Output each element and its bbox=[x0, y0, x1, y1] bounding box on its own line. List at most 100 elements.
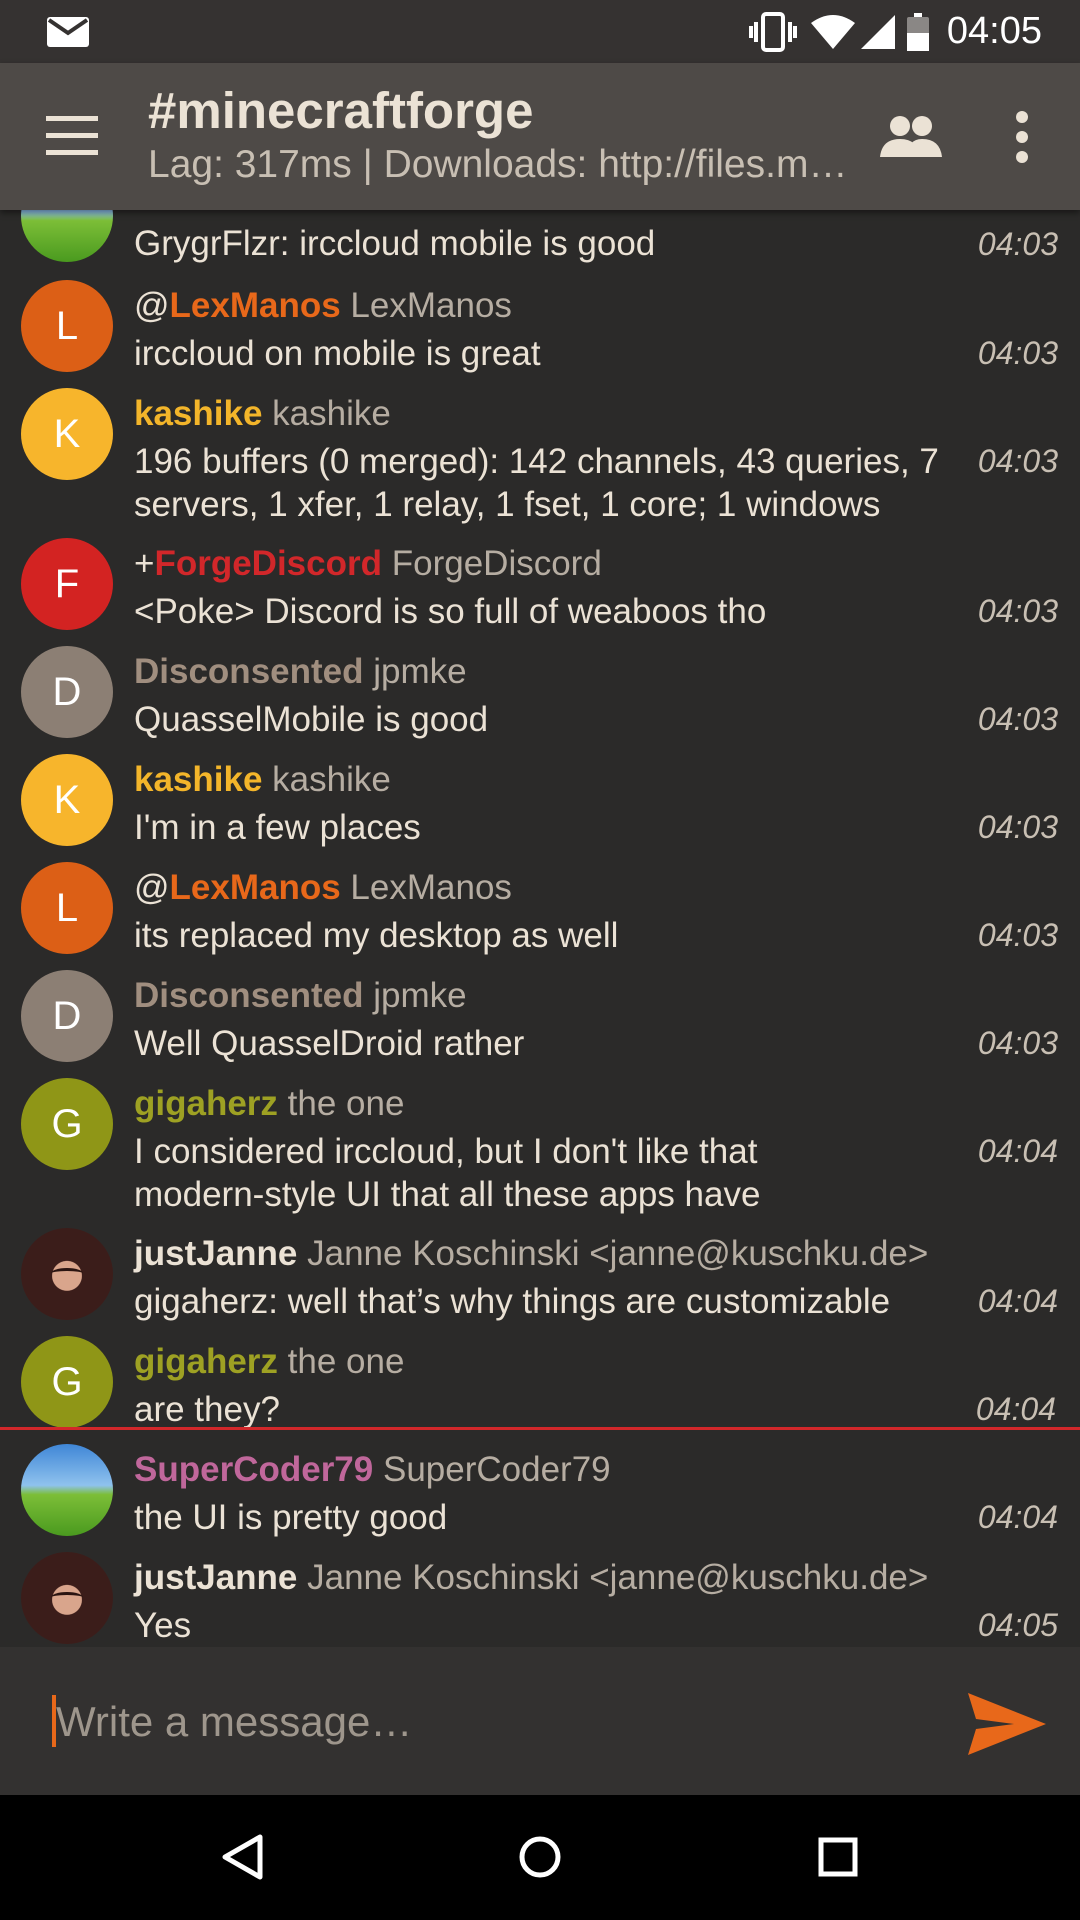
channel-title: #minecraftforge bbox=[148, 82, 534, 139]
realname: Janne Koschinski <janne@kuschku.de> bbox=[307, 1234, 929, 1273]
nick: Disconsented bbox=[134, 976, 364, 1015]
message-sender: Disconsented jpmke bbox=[134, 976, 467, 1016]
nick: Disconsented bbox=[134, 652, 364, 691]
message-item[interactable]: K kashike kashike 196 buffers (0 merged)… bbox=[0, 378, 1080, 528]
menu-icon[interactable] bbox=[46, 116, 98, 161]
message-item[interactable]: F +ForgeDiscord ForgeDiscord <Poke> Disc… bbox=[0, 528, 1080, 636]
message-time: 04:04 bbox=[975, 1391, 1056, 1427]
avatar bbox=[21, 1552, 113, 1644]
message-text: <Poke> Discord is so full of weaboos tho bbox=[134, 592, 767, 631]
message-text: irccloud on mobile is great bbox=[134, 334, 541, 373]
more-vert-icon[interactable] bbox=[1010, 111, 1034, 168]
message-text: Well QuasselDroid rather bbox=[134, 1024, 525, 1063]
avatar bbox=[21, 1228, 113, 1320]
avatar: G bbox=[21, 1336, 113, 1428]
avatar: D bbox=[21, 970, 113, 1062]
realname: LexManos bbox=[350, 286, 512, 325]
message-item[interactable]: justJanne Janne Koschinski <janne@kuschk… bbox=[0, 1542, 1080, 1647]
avatar: L bbox=[21, 280, 113, 372]
message-time: 04:04 bbox=[977, 1283, 1058, 1319]
people-icon[interactable] bbox=[880, 115, 942, 164]
home-icon[interactable] bbox=[518, 1833, 562, 1886]
nick: kashike bbox=[134, 394, 263, 433]
message-sender: kashike kashike bbox=[134, 394, 391, 434]
message-text: GrygrFlzr: irccloud mobile is good bbox=[134, 224, 656, 263]
realname: LexManos bbox=[350, 868, 512, 907]
signal-icon bbox=[860, 14, 895, 49]
message-list[interactable]: GrygrFlzr: irccloud mobile is good 04:03… bbox=[0, 210, 1080, 1647]
message-time: 04:03 bbox=[977, 443, 1058, 479]
realname: SuperCoder79 bbox=[382, 1450, 611, 1489]
message-item[interactable]: SuperCoder79 SuperCoder79 the UI is pret… bbox=[0, 1434, 1080, 1542]
message-item[interactable]: L @LexManos LexManos its replaced my des… bbox=[0, 852, 1080, 960]
message-sender: justJanne Janne Koschinski <janne@kuschk… bbox=[134, 1558, 928, 1598]
message-sender: Disconsented jpmke bbox=[134, 652, 467, 692]
realname: kashike bbox=[272, 760, 391, 799]
battery-icon bbox=[906, 12, 929, 51]
unread-marker bbox=[0, 1427, 1080, 1430]
channel-topic: Lag: 317ms | Downloads: http://files.min… bbox=[148, 143, 848, 186]
message-text: I'm in a few places bbox=[134, 808, 421, 847]
nick: justJanne bbox=[134, 1558, 298, 1597]
realname: Janne Koschinski <janne@kuschku.de> bbox=[307, 1558, 929, 1597]
message-item[interactable]: justJanne Janne Koschinski <janne@kuschk… bbox=[0, 1218, 1080, 1326]
avatar bbox=[21, 1444, 113, 1536]
message-text: the UI is pretty good bbox=[134, 1498, 448, 1537]
nick: gigaherz bbox=[134, 1084, 278, 1123]
message-text: Yes bbox=[134, 1606, 192, 1645]
message-text: I considered irccloud, but I don't like … bbox=[134, 1132, 761, 1214]
nick: justJanne bbox=[134, 1234, 298, 1273]
message-sender: @LexManos LexManos bbox=[134, 286, 512, 325]
message-time: 04:04 bbox=[977, 1133, 1058, 1169]
message-sender: +ForgeDiscord ForgeDiscord bbox=[134, 544, 602, 583]
message-text: are they? bbox=[134, 1390, 280, 1429]
realname: the one bbox=[287, 1342, 405, 1381]
avatar: D bbox=[21, 646, 113, 738]
navigation-bar bbox=[0, 1795, 1080, 1920]
message-item[interactable]: D Disconsented jpmke QuasselMobile is go… bbox=[0, 636, 1080, 744]
avatar: G bbox=[21, 1078, 113, 1170]
mail-icon bbox=[47, 17, 89, 47]
message-time: 04:03 bbox=[977, 335, 1058, 371]
wifi-icon bbox=[810, 14, 855, 49]
message-text: gigaherz: well that’s why things are cus… bbox=[134, 1282, 891, 1321]
nick: kashike bbox=[134, 760, 263, 799]
nick: gigaherz bbox=[134, 1342, 278, 1381]
toolbar: #minecraftforge Lag: 317ms | Downloads: … bbox=[0, 63, 1080, 210]
send-icon[interactable] bbox=[968, 1693, 1046, 1760]
message-sender: @LexManos LexManos bbox=[134, 868, 512, 907]
vibrate-icon bbox=[748, 11, 797, 52]
status-bar: 04:05 bbox=[0, 0, 1080, 63]
nick: LexManos bbox=[169, 286, 341, 325]
message-time: 04:03 bbox=[977, 226, 1058, 262]
realname: jpmke bbox=[373, 652, 467, 691]
message-item[interactable]: L @LexManos LexManos irccloud on mobile … bbox=[0, 270, 1080, 378]
avatar bbox=[21, 210, 113, 262]
recents-icon[interactable] bbox=[816, 1833, 860, 1886]
realname: jpmke bbox=[373, 976, 467, 1015]
message-item[interactable]: K kashike kashike I'm in a few places 04… bbox=[0, 744, 1080, 852]
realname: kashike bbox=[272, 394, 391, 433]
message-sender: SuperCoder79 SuperCoder79 bbox=[134, 1450, 611, 1490]
message-sender: gigaherz the one bbox=[134, 1084, 404, 1124]
message-item[interactable]: G gigaherz the one are they? 04:04 bbox=[0, 1326, 1080, 1434]
nick: ForgeDiscord bbox=[154, 544, 382, 583]
realname: the one bbox=[287, 1084, 405, 1123]
back-icon[interactable] bbox=[220, 1833, 264, 1886]
message-text: QuasselMobile is good bbox=[134, 700, 489, 739]
message-item[interactable]: D Disconsented jpmke Well QuasselDroid r… bbox=[0, 960, 1080, 1068]
message-input[interactable] bbox=[54, 1691, 918, 1753]
message-item[interactable]: G gigaherz the one I considered irccloud… bbox=[0, 1068, 1080, 1218]
message-time: 04:03 bbox=[977, 809, 1058, 845]
message-sender: gigaherz the one bbox=[134, 1342, 404, 1382]
message-time: 04:03 bbox=[977, 701, 1058, 737]
compose-bar bbox=[0, 1647, 1080, 1795]
message-sender: justJanne Janne Koschinski <janne@kuschk… bbox=[134, 1234, 928, 1274]
avatar: K bbox=[21, 388, 113, 480]
message-time: 04:04 bbox=[977, 1499, 1058, 1535]
nick: LexManos bbox=[169, 868, 341, 907]
message-text: its replaced my desktop as well bbox=[134, 916, 619, 955]
message-item[interactable]: GrygrFlzr: irccloud mobile is good 04:03 bbox=[0, 210, 1080, 270]
message-time: 04:03 bbox=[977, 1025, 1058, 1061]
message-sender: kashike kashike bbox=[134, 760, 391, 800]
